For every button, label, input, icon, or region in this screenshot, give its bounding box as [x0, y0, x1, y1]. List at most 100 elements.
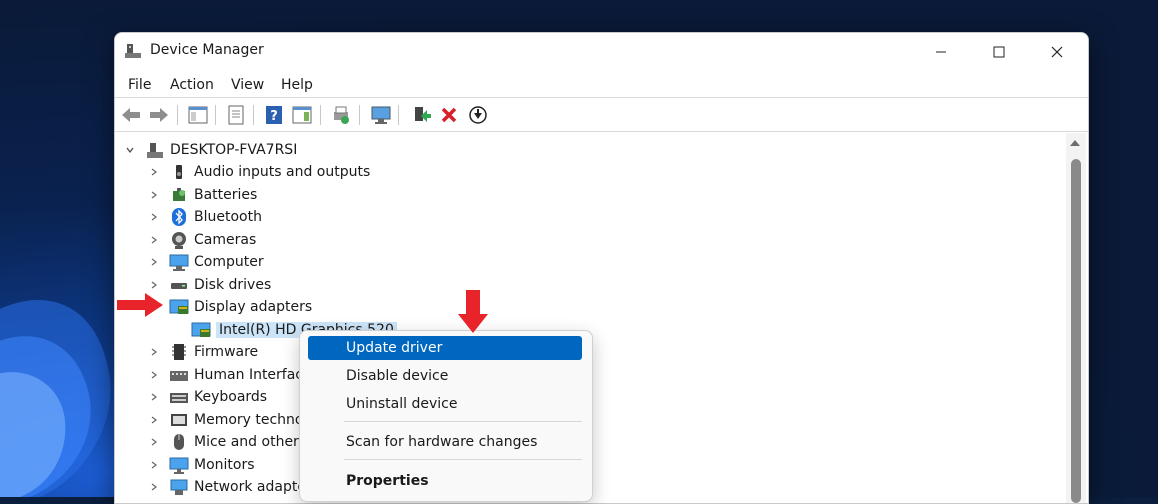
- tree-item-label: Bluetooth: [194, 209, 262, 225]
- chevron-right-icon[interactable]: [149, 370, 159, 380]
- tree-category-item[interactable]: Network adapters: [149, 476, 319, 498]
- uninstall-icon[interactable]: [438, 104, 460, 126]
- context-menu-divider: [344, 421, 582, 422]
- close-icon: [1051, 46, 1063, 58]
- tree-item-label: Cameras: [194, 231, 257, 248]
- scan-hardware-label: Scan for hardware changes: [346, 434, 538, 450]
- properties-menu-item[interactable]: Properties: [308, 469, 582, 493]
- chevron-right-icon[interactable]: [149, 415, 159, 425]
- keyboard-icon: [169, 387, 189, 407]
- tree-item-label: Firmware: [194, 344, 259, 360]
- chevron-right-icon[interactable]: [149, 437, 159, 447]
- display-adapter-icon: [169, 297, 189, 317]
- scan-hardware-menu-item[interactable]: Scan for hardware changes: [308, 430, 582, 454]
- tree-category-item[interactable]: Disk drives: [149, 274, 271, 296]
- toolbar-divider: [215, 105, 216, 125]
- uninstall-device-menu-item[interactable]: Uninstall device: [308, 392, 582, 416]
- tree-category-item[interactable]: Cameras: [149, 229, 256, 251]
- download-circle-icon[interactable]: [467, 104, 489, 126]
- update-driver-menu-item[interactable]: Update driver: [308, 336, 582, 360]
- speaker-icon: [169, 162, 189, 182]
- monitor-icon: [169, 455, 189, 475]
- tree-category-item[interactable]: Computer: [149, 251, 264, 273]
- scrollbar-thumb[interactable]: [1071, 159, 1081, 503]
- tree-category-item[interactable]: Bluetooth: [149, 206, 262, 228]
- tree-item-label: Batteries: [194, 186, 258, 203]
- chevron-right-icon[interactable]: [149, 190, 159, 200]
- tree-root-label: DESKTOP-FVA7RSI: [170, 142, 298, 158]
- maximize-button[interactable]: [970, 33, 1028, 71]
- tree-category-item[interactable]: Firmware: [149, 341, 258, 363]
- computer-icon: [169, 252, 189, 272]
- menu-bar: File Action View Help: [115, 73, 1088, 98]
- chevron-right-icon[interactable]: [149, 482, 159, 492]
- context-menu-divider: [344, 459, 582, 460]
- tree-item-label: Monitors: [194, 456, 255, 473]
- hid-icon: [169, 365, 189, 385]
- battery-icon: [169, 185, 189, 205]
- tree-category-item[interactable]: Keyboards: [149, 386, 267, 408]
- chevron-right-icon[interactable]: [149, 280, 159, 290]
- device-manager-icon: [125, 44, 141, 58]
- properties-sheet-icon[interactable]: [225, 104, 247, 126]
- computer-root-icon: [145, 140, 165, 160]
- chevron-right-icon[interactable]: [149, 257, 159, 267]
- tree-item-label: Disk drives: [194, 276, 272, 293]
- display-adapter-icon: [191, 320, 211, 340]
- tree-item-label: Audio inputs and outputs: [194, 164, 371, 180]
- title-bar[interactable]: Device Manager: [115, 33, 1088, 71]
- tree-category-item[interactable]: Monitors: [149, 454, 255, 476]
- toolbar-divider: [320, 105, 321, 125]
- firmware-icon: [169, 342, 189, 362]
- menu-view[interactable]: View: [231, 77, 264, 93]
- menu-help[interactable]: Help: [281, 77, 313, 93]
- show-hide-console-tree-icon[interactable]: [187, 104, 209, 126]
- window-title: Device Manager: [150, 42, 264, 58]
- tree-category-item[interactable]: Audio inputs and outputs: [149, 161, 370, 183]
- chevron-right-icon[interactable]: [149, 167, 159, 177]
- device-manager-window: Device Manager File Action View Help ? D…: [114, 32, 1089, 504]
- tree-item-label: Keyboards: [194, 389, 268, 405]
- chevron-right-icon[interactable]: [149, 212, 159, 222]
- device-tree-panel: DESKTOP-FVA7RSI Audio inputs and outputs…: [115, 133, 1088, 503]
- forward-arrow-icon[interactable]: [148, 104, 170, 126]
- tree-root[interactable]: DESKTOP-FVA7RSI: [125, 139, 297, 161]
- toolbar-divider: [359, 105, 360, 125]
- chevron-right-icon[interactable]: [149, 347, 159, 357]
- minimize-button[interactable]: [912, 33, 970, 71]
- svg-text:?: ?: [270, 109, 278, 124]
- tree-category-item[interactable]: Batteries: [149, 184, 257, 206]
- close-button[interactable]: [1028, 33, 1086, 71]
- disable-device-label: Disable device: [346, 368, 449, 384]
- back-arrow-icon[interactable]: [120, 104, 142, 126]
- tree-category-item[interactable]: Display adapters: [149, 296, 312, 318]
- help-icon[interactable]: ?: [263, 104, 285, 126]
- chevron-down-icon[interactable]: [125, 145, 135, 155]
- action-pane-icon[interactable]: [291, 104, 313, 126]
- scroll-up-arrow-icon[interactable]: [1070, 140, 1080, 146]
- maximize-icon: [993, 46, 1005, 58]
- toolbar-divider: [177, 105, 178, 125]
- update-driver-icon[interactable]: [411, 104, 433, 126]
- bluetooth-icon: [169, 207, 189, 227]
- toolbar-divider: [253, 105, 254, 125]
- tree-item-label: Computer: [194, 254, 264, 270]
- disable-device-menu-item[interactable]: Disable device: [308, 364, 582, 388]
- menu-file[interactable]: File: [128, 77, 151, 93]
- red-arrow-down-icon: [458, 290, 488, 333]
- network-adapter-icon: [169, 477, 189, 497]
- menu-action[interactable]: Action: [170, 77, 214, 93]
- chevron-right-icon[interactable]: [149, 235, 159, 245]
- wallpaper-swirl: [0, 300, 111, 497]
- chevron-right-icon[interactable]: [149, 460, 159, 470]
- toolbar-divider: [398, 105, 399, 125]
- print-icon[interactable]: [330, 104, 352, 126]
- properties-label: Properties: [346, 473, 429, 489]
- mouse-icon: [169, 432, 189, 452]
- memory-icon: [169, 410, 189, 430]
- minimize-icon: [936, 51, 946, 53]
- toolbar: ?: [115, 99, 1088, 132]
- scan-hardware-icon[interactable]: [370, 104, 392, 126]
- camera-icon: [169, 230, 189, 250]
- chevron-right-icon[interactable]: [149, 392, 159, 402]
